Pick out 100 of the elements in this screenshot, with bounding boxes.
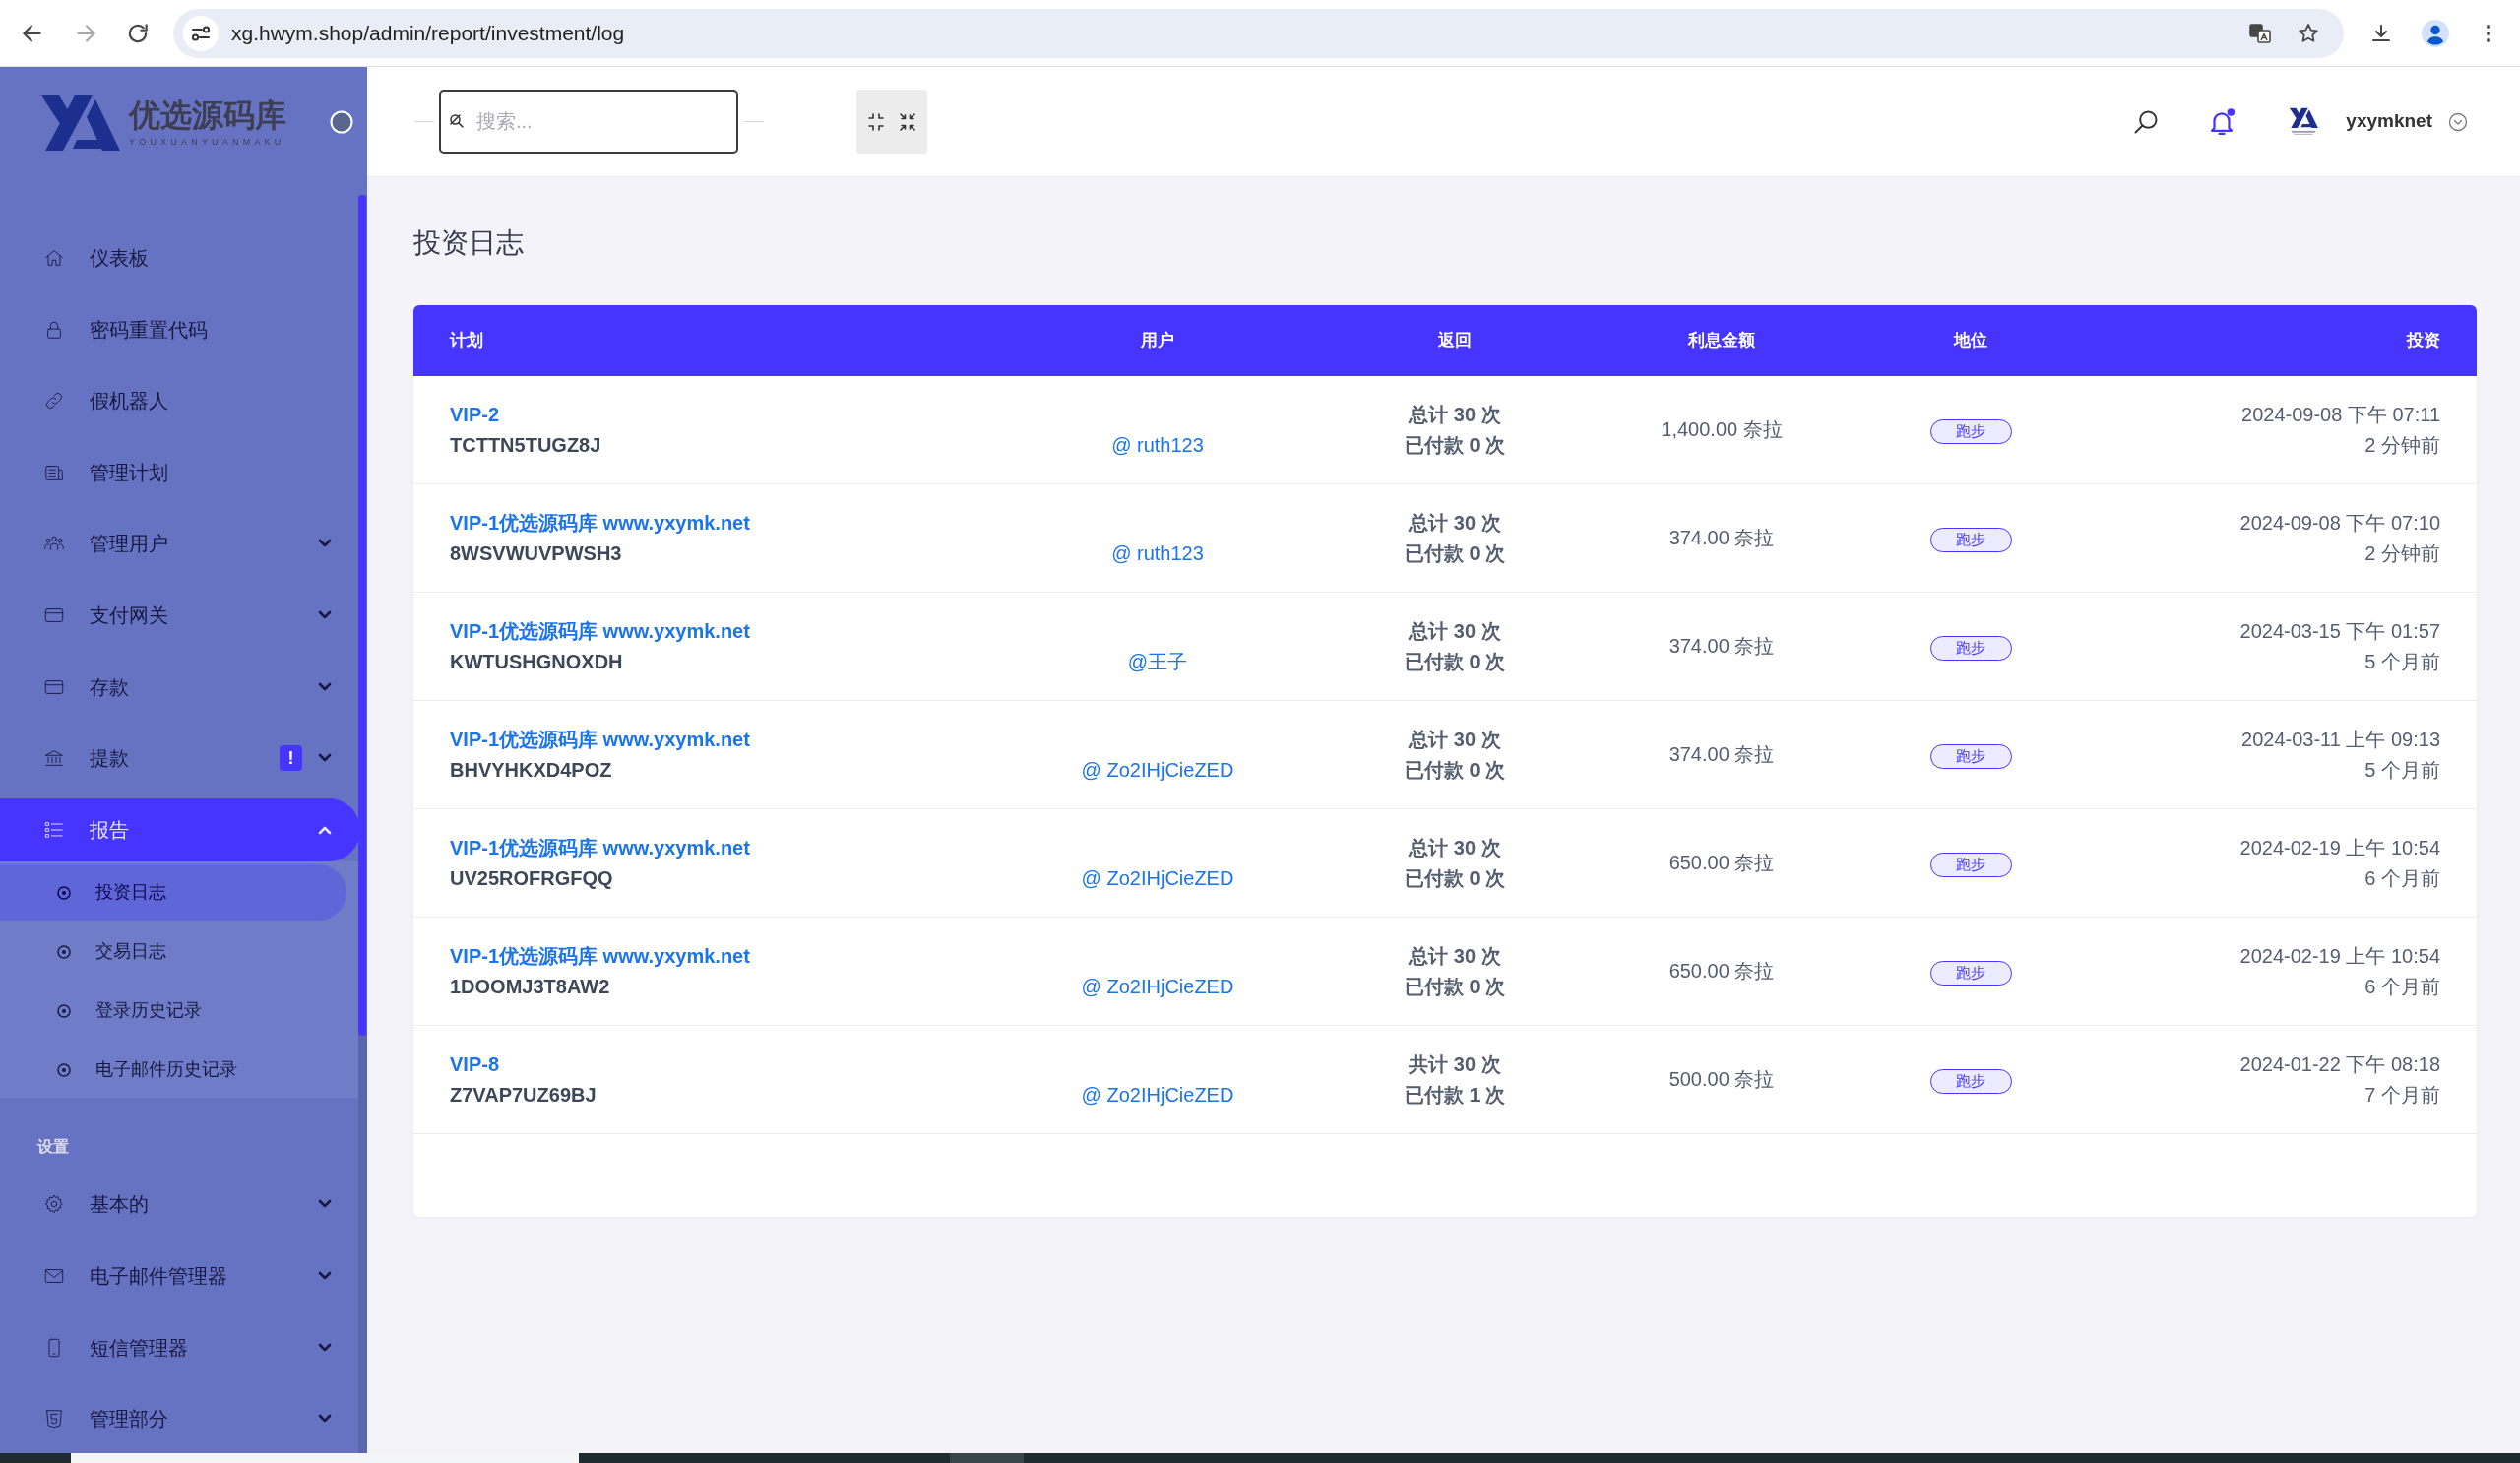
payout-total: 总计 30 次 — [1409, 403, 1501, 425]
menu-label: 管理部分 — [90, 1407, 168, 1432]
logo-icon — [2289, 107, 2319, 136]
date-time: 2024-02-19 上午 10:54 — [2239, 944, 2440, 967]
circle-dot-icon — [57, 885, 71, 900]
shield-icon — [43, 1408, 65, 1431]
search-field[interactable]: 搜索... — [439, 90, 738, 154]
date-time: 2024-02-19 上午 10:54 — [2239, 836, 2440, 859]
menu-label: 假机器人 — [90, 389, 168, 414]
transaction-code: 1DOOMJ3T8AW2 — [450, 975, 610, 997]
menu-label: 电子邮件管理器 — [90, 1263, 227, 1289]
username-link[interactable]: @ Zo2IHjCieZED — [1081, 971, 1234, 1002]
status-badge: 跑步 — [1929, 853, 2012, 877]
interest-amount: 650.00 奈拉 — [1669, 852, 1775, 873]
relative-time: 6 个月前 — [2364, 866, 2440, 889]
column-header: 地位 — [1864, 305, 2077, 376]
plan-link[interactable]: VIP-1优选源码库 www.yxymk.net — [450, 836, 750, 859]
sidebar-item[interactable]: 存款 — [0, 655, 360, 719]
payout-total: 总计 30 次 — [1409, 511, 1501, 534]
payout-paid: 已付款 0 次 — [1404, 650, 1506, 672]
username-link[interactable]: @ ruth123 — [1111, 538, 1204, 569]
menu-label: 仪表板 — [90, 246, 149, 271]
plan-link[interactable]: VIP-2 — [450, 403, 500, 425]
sidebar-item[interactable]: 密码重置代码 — [0, 297, 360, 361]
status-badge: 跑步 — [1929, 744, 2012, 769]
plan-link[interactable]: VIP-1优选源码库 www.yxymk.net — [450, 511, 750, 534]
relative-time: 7 个月前 — [2364, 1083, 2440, 1106]
sidebar-item[interactable]: 提款 ! — [0, 727, 360, 791]
search-icon — [448, 112, 466, 130]
gear-icon — [43, 1193, 65, 1216]
transaction-code: UV25ROFRGFQQ — [450, 866, 613, 889]
section-heading: 设置 — [35, 1137, 70, 1158]
sidebar-item[interactable]: 假机器人 — [0, 369, 360, 433]
username-link[interactable]: @ ruth123 — [1111, 429, 1204, 461]
transaction-code: KWTUSHGNOXDH — [450, 650, 623, 672]
sidebar-scrollbar[interactable] — [358, 195, 367, 1453]
fullscreen-toggle-button[interactable] — [856, 90, 927, 154]
plan-link[interactable]: VIP-1优选源码库 www.yxymk.net — [450, 728, 750, 750]
submenu-item[interactable]: 电子邮件历史记录 — [0, 1042, 346, 1099]
status-badge: 跑步 — [1929, 1069, 2012, 1094]
status-badge: 跑步 — [1929, 528, 2012, 552]
sidebar-item[interactable]: 电子邮件管理器 — [0, 1243, 360, 1307]
page-title: 投资日志 — [413, 226, 525, 260]
plan-link[interactable]: VIP-8 — [450, 1052, 500, 1075]
profile-icon[interactable] — [2422, 19, 2449, 47]
date-time: 2024-03-11 上午 09:13 — [2241, 728, 2440, 750]
site-settings-icon[interactable] — [183, 15, 219, 51]
submenu-item[interactable]: 登录历史记录 — [0, 983, 346, 1040]
sidebar-item[interactable]: 支付网关 — [0, 583, 360, 647]
column-header: 返回 — [1331, 305, 1579, 376]
interest-amount: 500.00 奈拉 — [1669, 1068, 1775, 1090]
interest-amount: 650.00 奈拉 — [1669, 960, 1775, 982]
menu-label: 报告 — [90, 817, 129, 843]
status-badge: 跑步 — [1929, 419, 2012, 444]
sidebar-item[interactable]: 管理用户 — [0, 512, 360, 576]
relative-time: 5 个月前 — [2364, 650, 2440, 672]
payout-paid: 已付款 0 次 — [1404, 975, 1506, 997]
sidebar-item[interactable]: 管理部分 — [0, 1387, 360, 1451]
sidebar-item[interactable]: 短信管理器 — [0, 1315, 360, 1379]
username-link[interactable]: @ Zo2IHjCieZED — [1081, 862, 1234, 894]
date-time: 2024-09-08 下午 07:11 — [2241, 403, 2440, 425]
plan-link[interactable]: VIP-1优选源码库 www.yxymk.net — [450, 944, 750, 967]
payout-paid: 已付款 0 次 — [1404, 541, 1506, 564]
logo-tagline: YOUXUANYUANMAKU — [129, 136, 286, 148]
sidebar-item[interactable]: 报告 — [0, 797, 360, 861]
payout-total: 总计 30 次 — [1409, 619, 1501, 642]
submenu-item[interactable]: 交易日志 — [0, 923, 346, 981]
payout-total: 总计 30 次 — [1409, 944, 1501, 967]
address-bar[interactable]: xg.hwym.shop/admin/report/investment/log — [173, 8, 2344, 58]
column-header: 用户 — [984, 305, 1331, 376]
username-link[interactable]: @ Zo2IHjCieZED — [1081, 754, 1234, 786]
menu-label: 存款 — [90, 674, 129, 700]
username-link[interactable]: @ Zo2IHjCieZED — [1081, 1079, 1234, 1111]
relative-time: 2 分钟前 — [2364, 541, 2440, 564]
payout-paid: 已付款 0 次 — [1404, 433, 1506, 456]
house-icon — [43, 247, 65, 269]
date-time: 2024-01-22 下午 08:18 — [2239, 1052, 2440, 1075]
plan-link[interactable]: VIP-1优选源码库 www.yxymk.net — [450, 619, 750, 642]
star-icon[interactable] — [2297, 21, 2320, 45]
column-header: 投资 — [2077, 305, 2477, 376]
transaction-code: 8WSVWUVPWSH3 — [450, 541, 622, 564]
submenu-item[interactable]: 投资日志 — [0, 864, 346, 922]
sidebar-item[interactable]: 仪表板 — [0, 226, 360, 289]
alert-badge: ! — [280, 745, 302, 772]
interest-amount: 374.00 奈拉 — [1669, 635, 1775, 657]
username-link[interactable]: @王子 — [1127, 646, 1188, 677]
transaction-code: BHVYHKXD4POZ — [450, 758, 612, 781]
status-badge: 跑步 — [1929, 961, 2012, 986]
payout-total: 总计 30 次 — [1409, 836, 1501, 859]
logo-mark-icon — [39, 94, 120, 151]
user-menu-toggle[interactable]: yxymknet — [2346, 107, 2468, 136]
translate-icon[interactable] — [2248, 21, 2272, 45]
payout-paid: 已付款 0 次 — [1404, 866, 1506, 889]
payout-paid: 已付款 1 次 — [1404, 1083, 1506, 1106]
sidebar-item[interactable]: 基本的 — [0, 1173, 360, 1237]
toggle-ring-icon[interactable] — [330, 110, 353, 134]
circle-dot-icon — [57, 944, 71, 959]
interest-amount: 374.00 奈拉 — [1669, 527, 1775, 548]
sidebar-item[interactable]: 管理计划 — [0, 440, 360, 504]
menu-label: 管理计划 — [90, 460, 168, 485]
